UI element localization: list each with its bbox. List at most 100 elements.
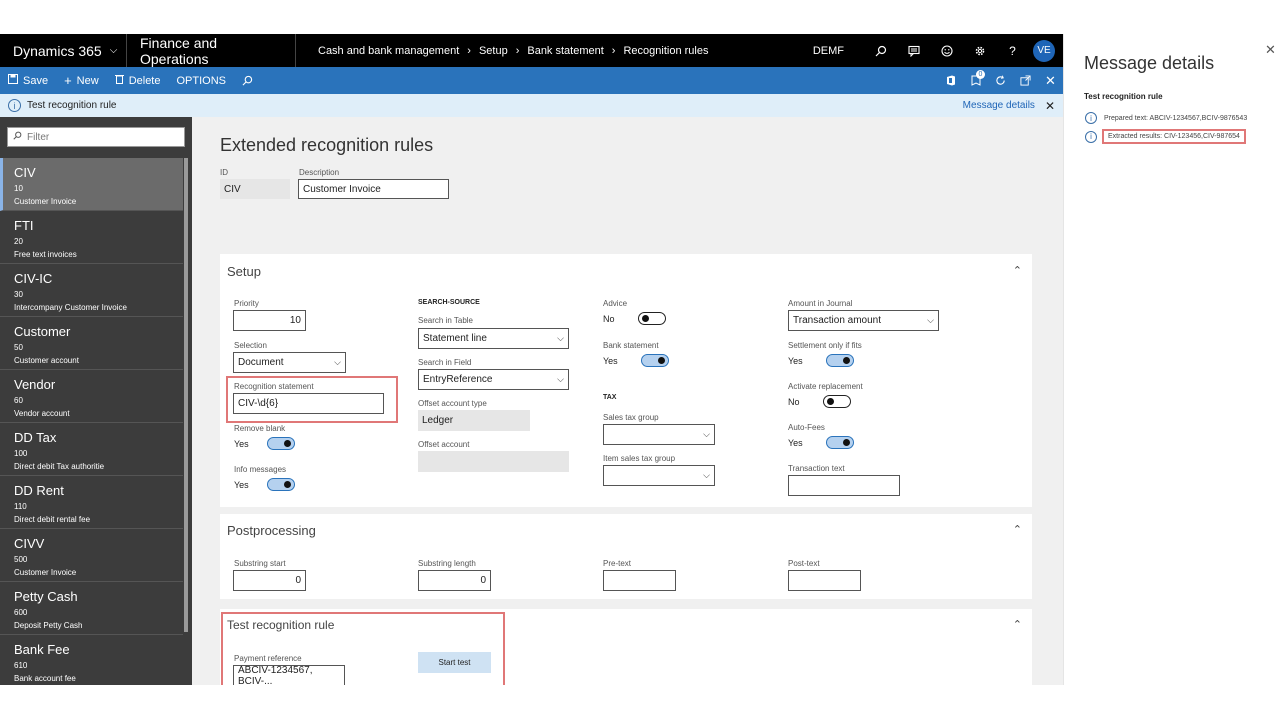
description-field[interactable]: Customer Invoice [298, 179, 449, 199]
highlight-box [226, 376, 398, 423]
gear-icon[interactable] [963, 34, 996, 67]
list-item[interactable]: CIV 10 Customer Invoice [0, 158, 183, 211]
action-pane-tools: 0 ✕ [938, 67, 1063, 94]
list-item-id: Vendor [14, 377, 56, 392]
sales-tax-select[interactable]: ⌵ [603, 424, 715, 445]
breadcrumb-item[interactable]: Recognition rules [623, 45, 708, 57]
list-item[interactable]: FTI 20 Free text invoices [0, 211, 183, 264]
list-item[interactable]: DD Tax 100 Direct debit Tax authoritie [0, 423, 183, 476]
offset-account-field [418, 451, 569, 472]
chevron-down-icon: ⌵ [703, 429, 710, 439]
search-field-select[interactable]: EntryReference ⌵ [418, 369, 569, 390]
list-item-number: 10 [14, 184, 23, 193]
message-details-title: Message details [1084, 53, 1215, 73]
close-icon[interactable]: ✕ [1045, 99, 1055, 113]
message-details-subtitle: Test recognition rule [1084, 92, 1163, 101]
list-item-description: Customer account [14, 356, 79, 365]
list-item-description: Direct debit Tax authoritie [14, 462, 105, 471]
chevron-up-icon[interactable]: ⌃ [1013, 523, 1022, 536]
activate-replacement-toggle-row: No [788, 395, 851, 408]
close-icon[interactable]: ✕ [1265, 42, 1276, 58]
post-text-field[interactable] [788, 570, 861, 591]
advice-toggle-row: No [603, 312, 666, 325]
chevron-down-icon: ⌵ [557, 333, 564, 343]
test-section: Test recognition rule ⌃ Payment referenc… [220, 609, 1032, 685]
list-item-number: 60 [14, 396, 23, 405]
substring-length-label: Substring length [418, 559, 476, 568]
chevron-up-icon[interactable]: ⌃ [1013, 264, 1022, 277]
advice-toggle[interactable] [637, 312, 666, 325]
breadcrumb-item[interactable]: Bank statement [527, 45, 603, 57]
selection-value: Document [238, 357, 284, 368]
bank-statement-toggle[interactable] [640, 354, 669, 367]
offset-type-label: Offset account type [418, 399, 487, 408]
chevron-right-icon: › [611, 44, 616, 57]
activate-replacement-value: No [788, 396, 800, 407]
remove-blank-label: Remove blank [234, 424, 286, 433]
list-item[interactable]: DD Rent 110 Direct debit rental fee [0, 476, 183, 529]
list-item[interactable]: Customer 50 Customer account [0, 317, 183, 370]
priority-label: Priority [234, 299, 259, 308]
breadcrumb-item[interactable]: Cash and bank management [318, 45, 459, 57]
amount-journal-select[interactable]: Transaction amount ⌵ [788, 310, 939, 331]
item-sales-tax-select[interactable]: ⌵ [603, 465, 715, 486]
new-button[interactable]: + New [56, 67, 107, 94]
settlement-toggle[interactable] [825, 354, 854, 367]
company-selector[interactable]: DEMF [813, 45, 844, 57]
info-icon: i [1085, 112, 1097, 124]
filter-input[interactable]: Filter [7, 127, 185, 147]
auto-fees-toggle[interactable] [825, 436, 854, 449]
module-name[interactable]: Finance and Operations [127, 34, 296, 67]
selection-label: Selection [234, 341, 267, 350]
chevron-down-icon: ⌵ [334, 357, 341, 367]
delete-button[interactable]: Delete [107, 67, 169, 94]
postprocessing-title[interactable]: Postprocessing [227, 523, 316, 538]
list-item[interactable]: CIVV 500 Customer Invoice [0, 529, 183, 582]
substring-start-field[interactable]: 0 [233, 570, 306, 591]
list-item[interactable]: Vendor 60 Vendor account [0, 370, 183, 423]
remove-blank-toggle[interactable] [266, 437, 295, 450]
breadcrumb-item[interactable]: Setup [479, 45, 508, 57]
info-messages-toggle[interactable] [266, 478, 295, 491]
refresh-icon[interactable] [988, 67, 1013, 94]
close-icon[interactable]: ✕ [1038, 67, 1063, 94]
list-scrollbar[interactable] [184, 158, 188, 632]
substring-length-field[interactable]: 0 [418, 570, 491, 591]
smiley-icon[interactable] [930, 34, 963, 67]
chevron-up-icon[interactable]: ⌃ [1013, 618, 1022, 631]
list-item[interactable]: Petty Cash 600 Deposit Petty Cash [0, 582, 183, 635]
chevron-down-icon: ⌵ [109, 45, 118, 56]
info-icon: i [1085, 130, 1097, 143]
list-item-number: 20 [14, 237, 23, 246]
offset-type-field: Ledger [418, 410, 530, 431]
priority-field[interactable]: 10 [233, 310, 306, 331]
options-button[interactable]: OPTIONS [168, 67, 234, 94]
activate-replacement-toggle[interactable] [822, 395, 851, 408]
open-new-window-icon[interactable] [1013, 67, 1038, 94]
message-icon[interactable] [897, 34, 930, 67]
pre-text-field[interactable] [603, 570, 676, 591]
search-icon[interactable] [864, 34, 897, 67]
help-icon[interactable]: ? [996, 34, 1029, 67]
selection-select[interactable]: Document ⌵ [233, 352, 346, 373]
list-item[interactable]: Bank Fee 610 Bank account fee [0, 635, 183, 685]
list-item-number: 610 [14, 661, 28, 670]
save-button[interactable]: Save [0, 67, 56, 94]
search-table-select[interactable]: Statement line ⌵ [418, 328, 569, 349]
list-item-description: Bank account fee [14, 674, 76, 683]
pre-text-label: Pre-text [603, 559, 632, 568]
search-icon[interactable] [234, 67, 261, 94]
notification-icon[interactable]: 0 [963, 67, 988, 94]
list-item-description: Free text invoices [14, 250, 77, 259]
setup-title[interactable]: Setup [227, 264, 261, 279]
post-text-label: Post-text [788, 559, 820, 568]
settlement-toggle-row: Yes [788, 354, 854, 367]
message-details-link[interactable]: Message details [963, 100, 1035, 111]
list-item[interactable]: CIV-IC 30 Intercompany Customer Invoice [0, 264, 183, 317]
avatar[interactable]: VE [1033, 39, 1055, 62]
app-switcher[interactable]: Dynamics 365 ⌵ [0, 34, 127, 67]
highlight-box [221, 612, 505, 685]
list-item-description: Direct debit rental fee [14, 515, 91, 524]
transaction-text-field[interactable] [788, 475, 900, 496]
office-icon[interactable] [938, 67, 963, 94]
